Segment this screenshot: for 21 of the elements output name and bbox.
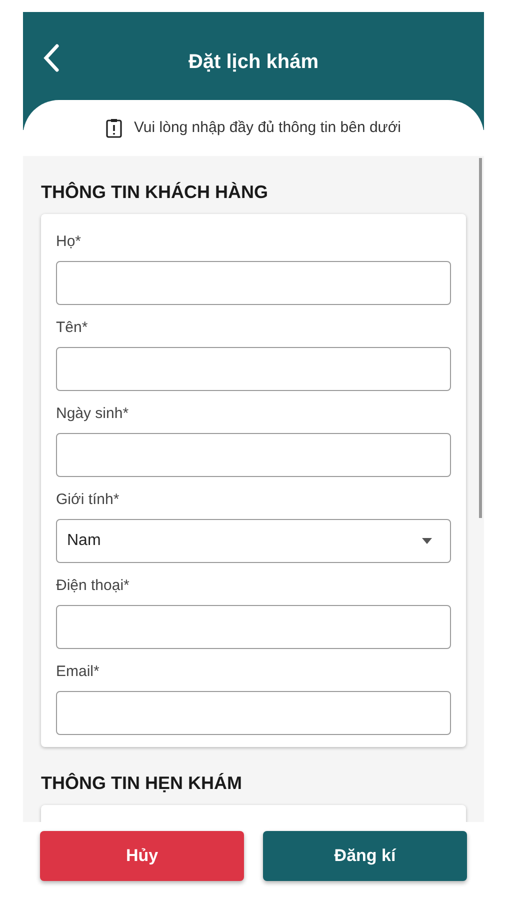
field-label: Ngày sinh* [56,404,130,424]
field-label: Giới tính* [56,490,120,510]
gender-select[interactable]: Nam [56,519,451,563]
select-value: Nam [67,531,101,551]
field-label: Họ* [56,232,82,252]
section-heading: THÔNG TIN HẸN KHÁM [41,772,243,795]
clipboard-alert-icon [106,118,122,138]
dropdown-caret-icon [422,538,432,544]
input-field[interactable] [56,261,451,305]
input-field[interactable] [56,347,451,391]
page-title: Đặt lịch khám [188,50,319,75]
notice-text: Vui lòng nhập đầy đủ thông tin bên dưới [134,118,402,138]
section-heading: THÔNG TIN KHÁCH HÀNG [41,180,269,204]
input-field[interactable] [56,605,451,649]
field-label: Điện thoại* [56,576,130,596]
register-button[interactable]: Đăng kí [263,831,467,881]
cancel-button[interactable]: Hủy [40,831,244,881]
input-field[interactable] [56,433,451,477]
field-label: Email* [56,662,100,682]
input-field[interactable] [56,691,451,735]
field-label: Tên* [56,318,89,338]
